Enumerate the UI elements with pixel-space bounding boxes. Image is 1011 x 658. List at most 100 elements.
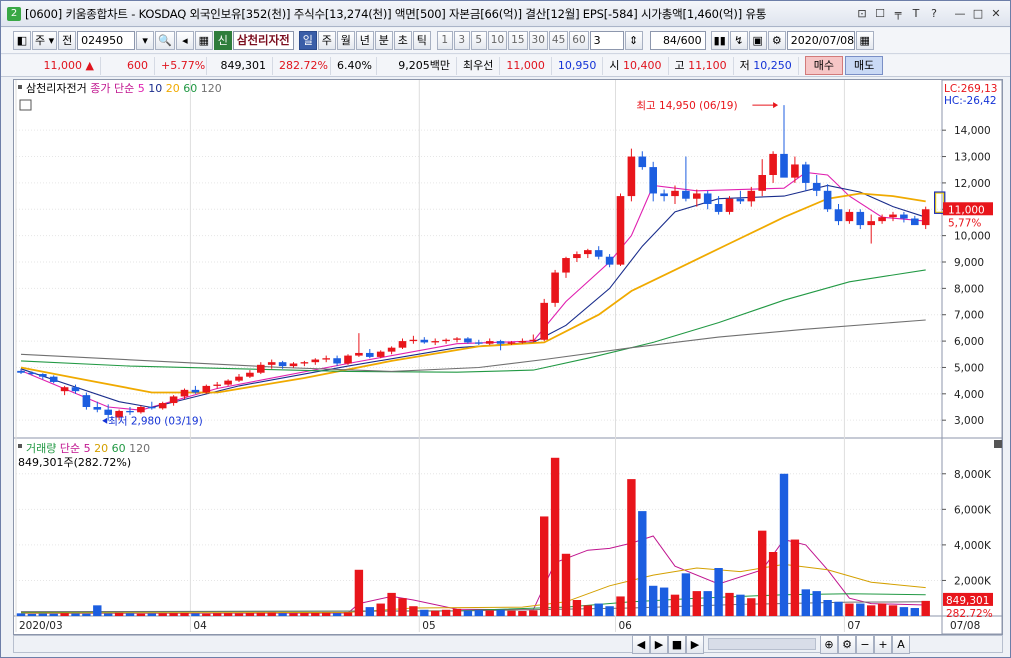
- candle-body: [911, 218, 919, 226]
- price-tick-label: 3,000: [954, 415, 984, 427]
- current-price-label: 11,000: [948, 204, 985, 216]
- code-input[interactable]: 024950: [77, 31, 136, 50]
- x-tick-label: 05: [422, 620, 435, 632]
- zoom-icon[interactable]: ⊕: [820, 634, 838, 654]
- high-annotation: 최고 14,950 (06/19): [636, 100, 737, 112]
- current-pct-label: 5,77%: [948, 217, 981, 229]
- candle-body: [845, 211, 854, 222]
- zoom-in-icon[interactable]: +: [874, 634, 892, 654]
- help-icon[interactable]: ?: [926, 6, 942, 22]
- candle-body: [344, 355, 352, 364]
- period-tick[interactable]: 틱: [412, 31, 431, 50]
- scroll-track[interactable]: [708, 638, 816, 650]
- zoom-out-icon[interactable]: −: [856, 634, 874, 654]
- minute-stepper-icon[interactable]: ⇕: [624, 31, 643, 50]
- calendar-icon[interactable]: ▦: [855, 31, 874, 50]
- minute-1[interactable]: 1: [436, 31, 453, 50]
- period-second[interactable]: 초: [393, 31, 412, 50]
- candle-body: [867, 221, 875, 226]
- candle-body: [714, 204, 723, 212]
- price-tick-label: 8,000: [954, 283, 984, 295]
- volume-bar: [245, 612, 255, 616]
- maximize-icon[interactable]: □: [970, 6, 986, 22]
- window-icon[interactable]: ⊡: [854, 6, 870, 22]
- volume-bar: [899, 607, 909, 616]
- count-input[interactable]: 84/600: [649, 31, 706, 50]
- minute-5[interactable]: 5: [470, 31, 487, 50]
- play-icon[interactable]: ▶: [650, 634, 668, 654]
- stock-name[interactable]: 삼천리자전: [232, 31, 294, 50]
- chart-settings-icon[interactable]: ⚙: [838, 634, 856, 654]
- prev-button[interactable]: 전: [58, 31, 77, 50]
- settings-icon[interactable]: ⚙: [767, 31, 786, 50]
- current-volume-pct-label: 282.72%: [946, 608, 993, 620]
- minute-30[interactable]: 30: [528, 31, 548, 50]
- next-page-icon[interactable]: ▶: [686, 634, 704, 654]
- type-select[interactable]: 주 ▾: [32, 31, 58, 50]
- minute-3[interactable]: 3: [453, 31, 470, 50]
- candle-body: [235, 376, 243, 381]
- volume-bar: [649, 585, 658, 616]
- sell-button[interactable]: 매도: [845, 56, 884, 75]
- stop-icon[interactable]: ■: [668, 634, 686, 654]
- chart-scrollbar[interactable]: ◀ ▶ ■ ▶ ⊕ ⚙ − + A: [13, 634, 1003, 654]
- x-tick-label: 2020/03: [19, 620, 63, 632]
- layout-icon[interactable]: ◧: [13, 31, 31, 50]
- chart-area[interactable]: 3,000 4,000 5,000 6,000 7,000 8,000 9,000 10,00…: [13, 79, 1003, 635]
- volume-bar: [823, 600, 832, 616]
- volume-bar: [365, 607, 374, 616]
- chart-svg[interactable]: 3,000 4,000 5,000 6,000 7,000 8,000 9,000 10,00…: [14, 79, 1003, 635]
- save-icon[interactable]: ▣: [748, 31, 767, 50]
- pin-icon[interactable]: ╤: [890, 6, 906, 22]
- indicator-icon[interactable]: ↯: [729, 31, 748, 50]
- volume-bar: [670, 594, 680, 616]
- high-price: 고 11,100: [669, 56, 734, 75]
- minute-value-input[interactable]: 3: [589, 31, 624, 50]
- code-dropdown-icon[interactable]: ▾: [136, 31, 155, 50]
- volume-bar: [16, 613, 26, 616]
- date-input[interactable]: 2020/07/08: [786, 31, 855, 50]
- buy-button[interactable]: 매수: [804, 56, 843, 75]
- volume-bar: [300, 613, 309, 616]
- volume-bar: [758, 530, 767, 616]
- price-tick-label: 4,000: [954, 389, 984, 401]
- candle-body: [104, 409, 112, 415]
- font-icon[interactable]: T: [908, 6, 924, 22]
- volume-bar: [441, 609, 451, 616]
- volume-value-label: 849,301주(282.72%): [18, 456, 131, 469]
- candle-body: [289, 363, 298, 367]
- candle-body: [747, 190, 756, 202]
- period-day[interactable]: 일: [298, 31, 317, 50]
- search-icon[interactable]: 🔍: [155, 31, 175, 50]
- period-year[interactable]: 년: [355, 31, 374, 50]
- candle-body: [802, 164, 810, 183]
- list-icon[interactable]: ☐: [872, 6, 888, 22]
- volume-bar: [474, 610, 483, 616]
- period-minute[interactable]: 분: [374, 31, 393, 50]
- minute-60[interactable]: 60: [569, 31, 589, 50]
- current-volume-label: 849,301: [946, 595, 989, 607]
- period-month[interactable]: 월: [336, 31, 355, 50]
- candle-body: [758, 175, 766, 191]
- text-icon[interactable]: A: [892, 634, 910, 654]
- bid-price: 10,950: [552, 56, 604, 75]
- minute-10[interactable]: 10: [487, 31, 508, 50]
- close-icon[interactable]: ✕: [988, 6, 1004, 22]
- candle-body: [333, 358, 341, 364]
- minimize-icon[interactable]: —: [952, 6, 968, 22]
- candle-body: [780, 153, 788, 178]
- sound-icon[interactable]: ◂: [175, 31, 194, 50]
- volume-bar: [518, 611, 527, 616]
- quote-bar: 11,000 ▲ 600 +5.77% 849,301 282.72% 6.40…: [1, 55, 1010, 77]
- period-week[interactable]: 주: [317, 31, 336, 50]
- minute-15[interactable]: 15: [508, 31, 528, 50]
- prev-page-icon[interactable]: ◀: [632, 634, 650, 654]
- candle-type-icon[interactable]: ▮▮: [710, 31, 729, 50]
- minute-45[interactable]: 45: [548, 31, 569, 50]
- grid-icon[interactable]: ▦: [194, 31, 213, 50]
- candle-body: [812, 182, 821, 191]
- volume-bar: [180, 612, 189, 616]
- candle-body: [169, 396, 178, 404]
- candle-body: [39, 374, 47, 377]
- candle-body: [49, 376, 58, 382]
